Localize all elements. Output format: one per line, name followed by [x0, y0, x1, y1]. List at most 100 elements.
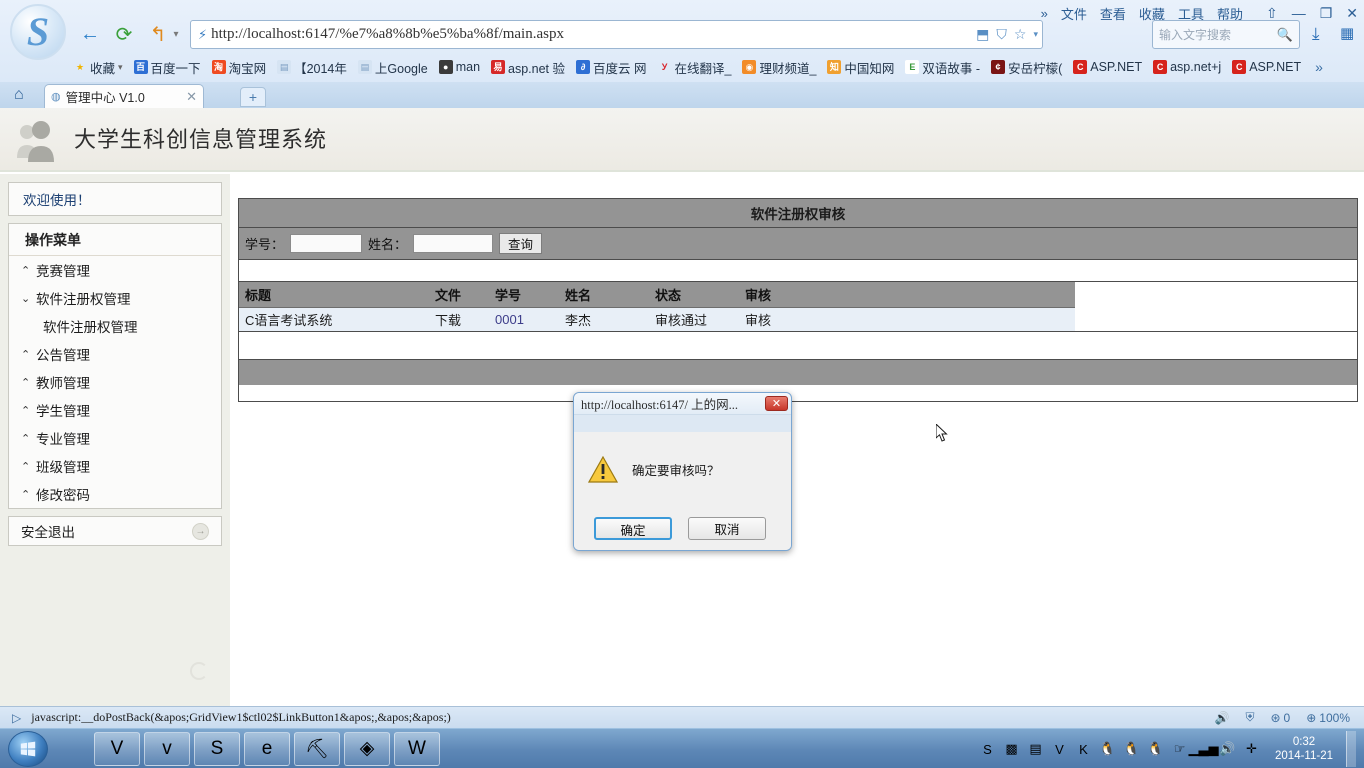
note-tray-icon[interactable]: ▤	[1027, 741, 1044, 758]
visio-taskbar-button[interactable]: V	[94, 731, 140, 766]
bookmark-item[interactable]: ★ 收藏 ▾	[72, 57, 124, 78]
colorful-tray-icon[interactable]: ▩	[1003, 741, 1020, 758]
bookmark-item[interactable]: ◉ 理财频道_	[741, 57, 817, 78]
bookmark-item[interactable]: C ASP.NET	[1231, 59, 1302, 75]
ok-button[interactable]: 确定	[594, 516, 672, 540]
reload-icon[interactable]: ⟳	[110, 20, 138, 48]
sogou-input-tray-icon[interactable]: S	[979, 741, 996, 758]
internet-explorer-taskbar-button[interactable]: e	[244, 731, 290, 766]
status-bar-tools: 🔊 ⛨ ⊛ 0 ⊕ 100%	[1215, 710, 1364, 725]
maximize-button[interactable]: ❐	[1320, 5, 1333, 22]
query-button[interactable]: 查询	[499, 233, 543, 254]
bookmark-item[interactable]: ● man	[438, 59, 481, 75]
home-icon[interactable]: ↰	[144, 20, 172, 48]
bookmarks-overflow-chevron[interactable]: »	[1315, 59, 1323, 75]
kingsoft-tray-icon[interactable]: K	[1075, 741, 1092, 758]
skin-icon[interactable]: ⇧	[1266, 5, 1278, 22]
save-page-icon[interactable]: ⬒	[976, 26, 989, 43]
show-desktop-button[interactable]	[1346, 731, 1356, 767]
home-tab-icon[interactable]: ⌂	[14, 86, 24, 104]
menu-overflow-chevron[interactable]: »	[1041, 6, 1048, 21]
volume-tray-icon[interactable]: 🔊	[1219, 741, 1236, 758]
status-zoom[interactable]: ⊕ 100%	[1306, 711, 1350, 725]
new-tab-button[interactable]: +	[240, 87, 266, 107]
address-bar[interactable]: ⚡ http://localhost:6147/%e7%a8%8b%e5%ba%…	[190, 20, 1043, 49]
bookmark-item[interactable]: ▤ 【2014年	[276, 57, 348, 78]
bookmark-item[interactable]: 易 asp.net 验	[490, 57, 566, 78]
logout-panel[interactable]: 安全退出 →	[8, 516, 222, 546]
media-taskbar-button[interactable]: ◈	[344, 731, 390, 766]
table-cell[interactable]: 下载	[429, 307, 489, 331]
qq-tray-icon-3[interactable]: 🐧	[1147, 741, 1164, 758]
bookmark-label: 中国知网	[844, 61, 895, 76]
main-content: 软件注册权审核 学号： 姓名： 查询 标题 文件 学号 姓名 状态 审核 C语言考试系统下…	[238, 198, 1358, 402]
chevron-up-icon: ⌃	[21, 264, 31, 277]
sidebar-item-3[interactable]: ⌃ 教师管理	[9, 368, 221, 396]
tab-close-icon[interactable]: ✕	[186, 89, 197, 105]
name-input[interactable]	[413, 234, 494, 253]
chevron-up-icon: ⌃	[21, 348, 31, 361]
bookmark-favicon-icon: ◉	[742, 60, 757, 74]
bookmark-item[interactable]: ∂ 百度云 网	[575, 57, 647, 78]
favorite-star-icon[interactable]: ☆	[1014, 26, 1027, 43]
sidebar-item-5[interactable]: ⌃ 专业管理	[9, 424, 221, 452]
sogou-browser-taskbar-button[interactable]: S	[194, 731, 240, 766]
start-button[interactable]	[8, 730, 48, 767]
qq-tray-icon-2[interactable]: 🐧	[1123, 741, 1140, 758]
menu-file[interactable]: 文件	[1061, 4, 1087, 23]
word-taskbar-button[interactable]: W	[394, 731, 440, 766]
status-toolbox-icon[interactable]: ⛨	[1245, 710, 1254, 725]
dialog-title: http://localhost:6147/ 上的网...	[581, 398, 738, 412]
sidebar-item-label: 公告管理	[36, 348, 90, 363]
network-tray-icon[interactable]: ▁▃▅	[1189, 741, 1219, 758]
status-adblock[interactable]: ⊛ 0	[1270, 711, 1290, 725]
sidebar-item-4[interactable]: ⌃ 学生管理	[9, 396, 221, 424]
bookmark-label: ASP.NET	[1090, 60, 1143, 74]
qq-tray-icon-1[interactable]: 🐧	[1099, 741, 1116, 758]
hand-tray-icon[interactable]: ☞	[1171, 741, 1188, 758]
sidebar-subitem-software-registration[interactable]: 软件注册权管理	[9, 312, 221, 340]
chevron-up-icon: ⌃	[21, 460, 31, 473]
star-dropdown-icon[interactable]: ▾	[1033, 29, 1038, 40]
downloads-icon[interactable]: ⤓	[1312, 24, 1320, 44]
chevron-down-icon[interactable]: ▾	[118, 62, 123, 73]
sidebar-item-2[interactable]: ⌃ 公告管理	[9, 340, 221, 368]
apps-grid-icon[interactable]: ▦	[1340, 24, 1354, 42]
bookmark-item[interactable]: 知中国知网	[826, 57, 895, 78]
close-icon[interactable]: ✕	[765, 396, 788, 411]
search-icon[interactable]: 🔍	[1277, 27, 1293, 43]
bookmark-item[interactable]: ▤ 上Google	[357, 57, 429, 78]
devtools-taskbar-button[interactable]: ⛏	[294, 731, 340, 766]
bookmark-item[interactable]: 淘淘宝网	[211, 57, 268, 78]
sidebar-item-7[interactable]: ⌃ 修改密码	[9, 480, 221, 508]
chevron-down-icon[interactable]: ▾	[170, 20, 182, 48]
plus-tray-icon[interactable]: ✛	[1243, 741, 1260, 758]
menu-view[interactable]: 查看	[1100, 4, 1126, 23]
shield-icon[interactable]: ⛉	[996, 26, 1007, 43]
sidebar-item-1[interactable]: ⌄ 软件注册权管理	[9, 284, 221, 312]
browser-search-box[interactable]: 输入文字搜索 🔍	[1152, 20, 1300, 49]
cancel-button[interactable]: 取消	[688, 516, 766, 540]
table-cell[interactable]: 审核	[739, 307, 1075, 331]
taskbar-clock[interactable]: 0:32 2014-11-21	[1275, 735, 1333, 763]
bookmark-item[interactable]: E 双语故事 -	[904, 57, 981, 78]
bookmark-item[interactable]: C ASP.NET	[1072, 59, 1143, 75]
back-icon[interactable]: ←	[76, 20, 104, 48]
bookmark-item[interactable]: Casp.net+j	[1152, 59, 1222, 75]
chevron-down-icon: ⌄	[21, 292, 31, 305]
sidebar-item-0[interactable]: ⌃ 竞赛管理	[9, 256, 221, 284]
close-window-button[interactable]: ✕	[1346, 5, 1358, 22]
clock-date: 2014-11-21	[1275, 750, 1333, 762]
status-volume-icon[interactable]: 🔊	[1215, 711, 1230, 725]
bookmark-item[interactable]: У 在线翻译_	[657, 57, 733, 78]
bookmark-favicon-icon: ★	[75, 61, 85, 72]
sidebar-item-6[interactable]: ⌃ 班级管理	[9, 452, 221, 480]
vov-tray-icon[interactable]: V	[1051, 741, 1068, 758]
minimize-button[interactable]: —	[1292, 5, 1306, 21]
student-id-input[interactable]	[290, 234, 363, 253]
tab-management-center[interactable]: ◍ 管理中心 V1.0 ✕	[44, 84, 204, 108]
vov-taskbar-button[interactable]: v	[144, 731, 190, 766]
bookmark-item[interactable]: ¢ 安岳柠檬(	[990, 57, 1063, 78]
arrow-right-icon: →	[192, 522, 209, 540]
bookmark-item[interactable]: 百百度一下	[133, 57, 202, 78]
